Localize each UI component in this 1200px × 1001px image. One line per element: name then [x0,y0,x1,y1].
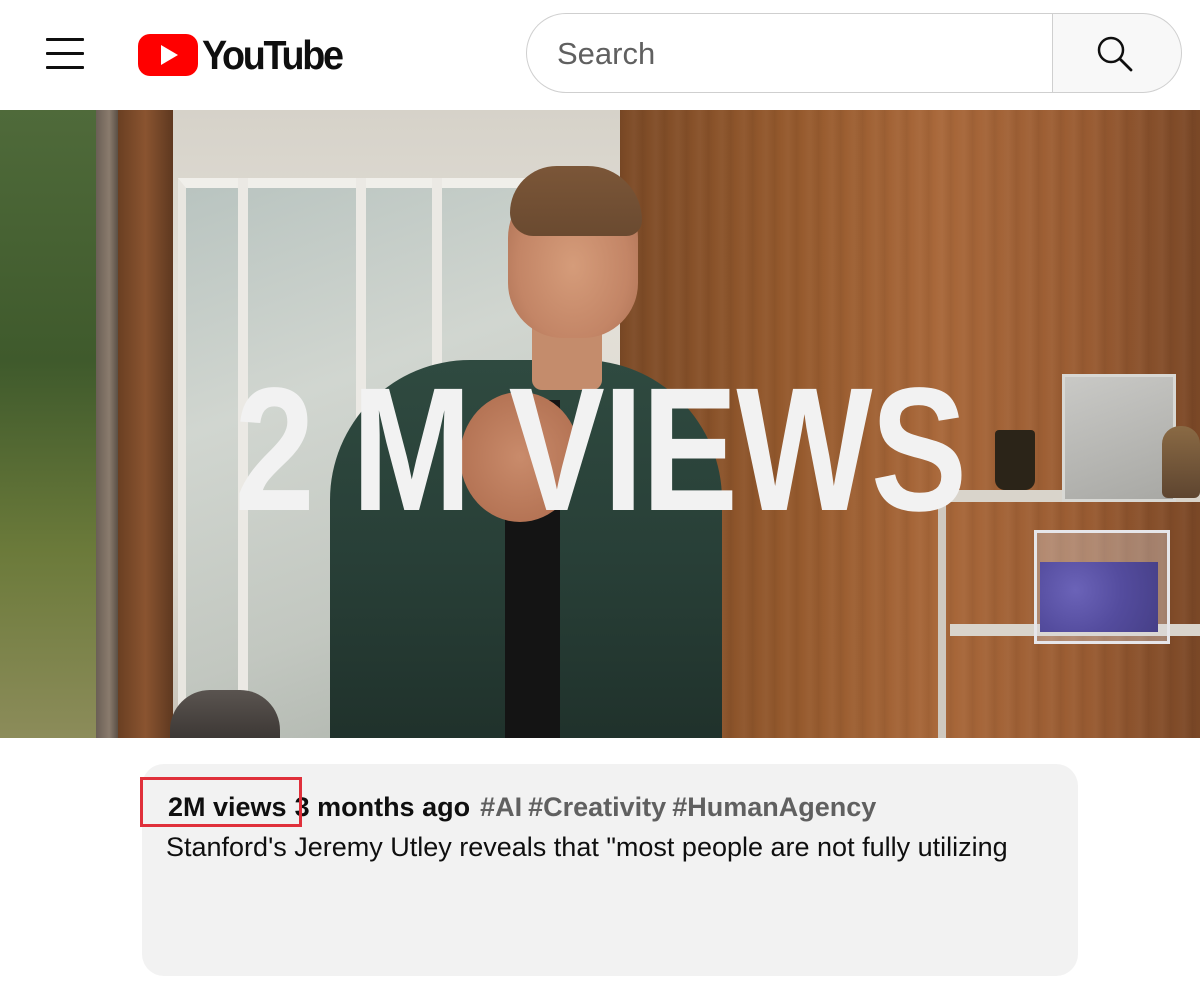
logo-text: YouTube [202,31,344,78]
video-player[interactable]: 2 M VIEWS [0,110,1200,738]
video-frame-background [170,690,280,738]
video-frame-background [1040,562,1158,632]
description-text: Stanford's Jeremy Utley reveals that "mo… [166,832,1008,862]
video-description-card[interactable]: 2M views 3 months ago #AI #Creativity #Human… [140,764,1078,976]
youtube-logo[interactable]: YouTube [138,30,354,80]
hashtag-link[interactable]: #AI [480,792,522,822]
video-frame-background [0,110,105,738]
hamburger-menu-icon-line [46,38,84,41]
view-count: 2M views [140,777,302,827]
youtube-page: YouTube Search 2 M VIEWS 2M views 3 mont… [0,0,1200,1001]
search-button[interactable] [1052,13,1182,93]
video-meta-line: 2M views 3 months ago #AI #Creativity #Human… [140,777,876,827]
hashtag-link[interactable]: #Creativity [528,792,666,822]
upload-date: 3 months ago [294,792,471,822]
hashtag-link[interactable]: #HumanAgency [672,792,876,822]
hamburger-menu-icon-line [46,66,84,69]
search-icon [1097,36,1133,72]
search-input[interactable] [557,32,1027,76]
youtube-play-icon [138,34,198,76]
thumbnail-overlay-text: 2 M VIEWS [234,352,967,548]
hamburger-menu-button[interactable] [40,34,88,74]
top-bar: YouTube [0,0,1200,110]
hamburger-menu-icon-line [46,52,84,55]
search-box [526,13,1053,93]
video-frame-background [1162,426,1200,498]
